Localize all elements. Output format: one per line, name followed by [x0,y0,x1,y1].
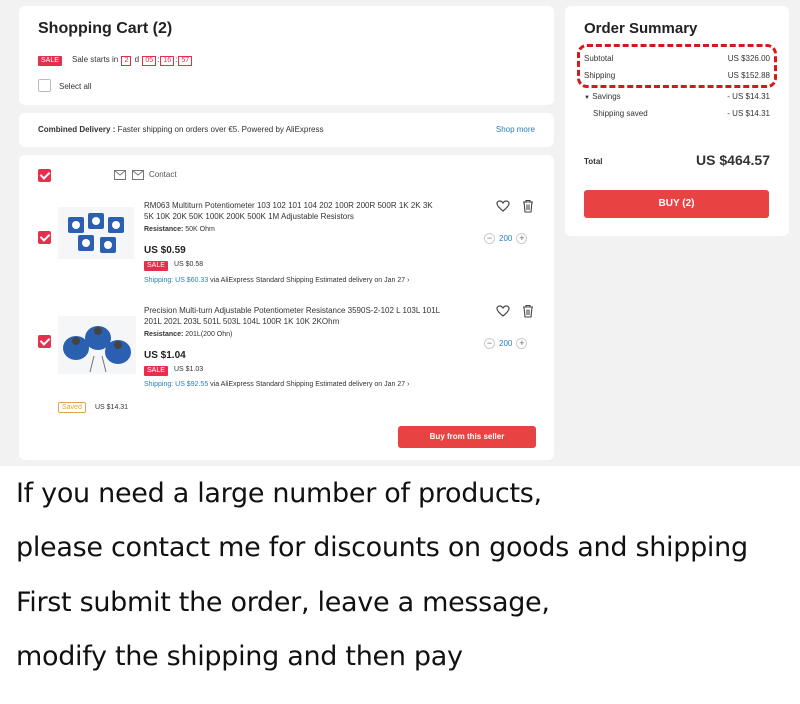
shipping-saved-row: Shipping saved - US $14.31 [584,109,770,118]
item-2-title[interactable]: Precision Multi-turn Adjustable Potentio… [144,305,444,327]
select-all-label[interactable]: Select all [59,82,91,91]
combined-delivery-bar: Combined Delivery : Faster shipping on o… [19,113,554,147]
buy-from-seller-button[interactable]: Buy from this seller [398,426,536,448]
item-1-sale-price: US $0.58 [174,261,204,268]
item-1-price: US $0.59 [144,245,186,256]
shipping-saved-value: - US $14.31 [727,109,770,118]
countdown-days: 2 [121,56,132,66]
item-1-sale-badge: SALE [144,261,168,271]
item-2-shipping[interactable]: Shipping: US $92.55 via AliExpress Stand… [144,381,409,388]
item-1-increase-button[interactable]: + [516,233,528,244]
item-1-qty-value[interactable]: 200 [499,234,512,243]
item-1-image[interactable] [58,207,134,259]
saved-badge: Saved [58,402,86,413]
shipping-saved-label: Shipping saved [593,109,648,118]
total-label: Total [584,157,603,166]
item-2-quantity-stepper[interactable]: −200 + [484,338,528,349]
item-2-decrease-button[interactable]: − [484,338,495,349]
saved-amount: US $14.31 [95,404,129,411]
savings-label: Savings [592,92,621,101]
item-1-shipping[interactable]: Shipping: US $60.33 via AliExpress Stand… [144,277,409,284]
item-2-sale-badge: SALE [144,366,168,376]
item-2-checkbox[interactable] [38,335,51,348]
item-2-sale-price: US $1.03 [174,366,204,373]
contact-link[interactable]: Contact [149,170,177,179]
order-summary-card: Order Summary Subtotal US $326.00 Shippi… [565,6,789,236]
sale-badge: SALE [38,56,62,66]
item-2-attr-label: Resistance: [144,331,184,338]
caret-down-icon: ▼ [584,95,590,101]
countdown-d-label: d [134,55,140,64]
cart-header-card: Shopping Cart (2) SALE Sale starts in 2 … [19,6,554,105]
combined-delivery-text: Combined Delivery : Faster shipping on o… [38,125,323,134]
chevron-right-icon: › [407,381,410,388]
item-2-attribute[interactable]: Resistance: 201L(200 Ohn) [144,331,232,338]
precision-potentiometer-image-icon [58,316,136,374]
item-1-decrease-button[interactable]: − [484,233,495,244]
item-1-shipping-via: via AliExpress Standard Shipping [210,277,314,284]
item-1-attribute[interactable]: Resistance: 50K Ohm [144,226,215,233]
item-1-shipping-cost: Shipping: US $60.33 [144,277,209,284]
store-checkbox[interactable] [38,169,51,182]
item-1-title[interactable]: RM063 Multiturn Potentiometer 103 102 10… [144,200,444,222]
subtotal-shipping-highlight [577,44,777,88]
combined-delivery-info: Faster shipping on orders over €5. Power… [117,125,324,134]
total-row: Total US $464.57 [584,152,770,170]
item-1-delivery: Estimated delivery on Jan 27 [315,277,406,284]
trash-icon[interactable] [522,304,534,318]
mail-icon[interactable] [132,170,144,180]
savings-row[interactable]: ▼ Savings - US $14.31 [584,92,770,101]
item-2-attr-value: 201L(200 Ohn) [185,331,233,338]
message-line-2: please contact me for discounts on goods… [16,532,748,563]
heart-icon[interactable] [496,305,510,317]
item-2-delivery: Estimated delivery on Jan 27 [315,381,406,388]
buy-button[interactable]: BUY (2) [584,190,769,218]
item-1-attr-value: 50K Ohm [185,226,215,233]
message-icon[interactable] [114,170,126,180]
countdown-minutes: 16 [160,56,175,66]
sale-countdown: Sale starts in 2 d 05:16:57 [72,55,193,66]
message-line-4: modify the shipping and then pay [16,641,463,672]
cart-items-card: Contact RM063 Multiturn Potentiometer 10… [19,155,554,460]
combined-delivery-label: Combined Delivery : [38,125,116,134]
savings-value: - US $14.31 [727,92,770,101]
item-1-quantity-stepper[interactable]: −200 + [484,233,528,244]
trash-icon[interactable] [522,199,534,213]
sale-starts-label: Sale starts in [72,55,119,64]
item-2-shipping-cost: Shipping: US $92.55 [144,381,209,388]
item-2-qty-value[interactable]: 200 [499,339,512,348]
order-summary-title: Order Summary [584,20,698,37]
item-1-attr-label: Resistance: [144,226,184,233]
chevron-right-icon: › [407,277,410,284]
heart-icon[interactable] [496,200,510,212]
item-2-shipping-via: via AliExpress Standard Shipping [210,381,314,388]
shop-more-link[interactable]: Shop more [496,125,535,134]
message-line-1: If you need a large number of products, [16,478,542,509]
item-1-checkbox[interactable] [38,231,51,244]
select-all-checkbox[interactable] [38,79,51,92]
potentiometer-image-icon [58,207,134,259]
item-2-price: US $1.04 [144,350,186,361]
countdown-seconds: 57 [178,56,193,66]
message-line-3: First submit the order, leave a message, [16,587,550,618]
item-2-image[interactable] [58,316,136,374]
cart-title: Shopping Cart (2) [38,20,173,37]
total-value: US $464.57 [696,152,770,168]
item-2-increase-button[interactable]: + [516,338,528,349]
countdown-hours: 05 [142,56,157,66]
